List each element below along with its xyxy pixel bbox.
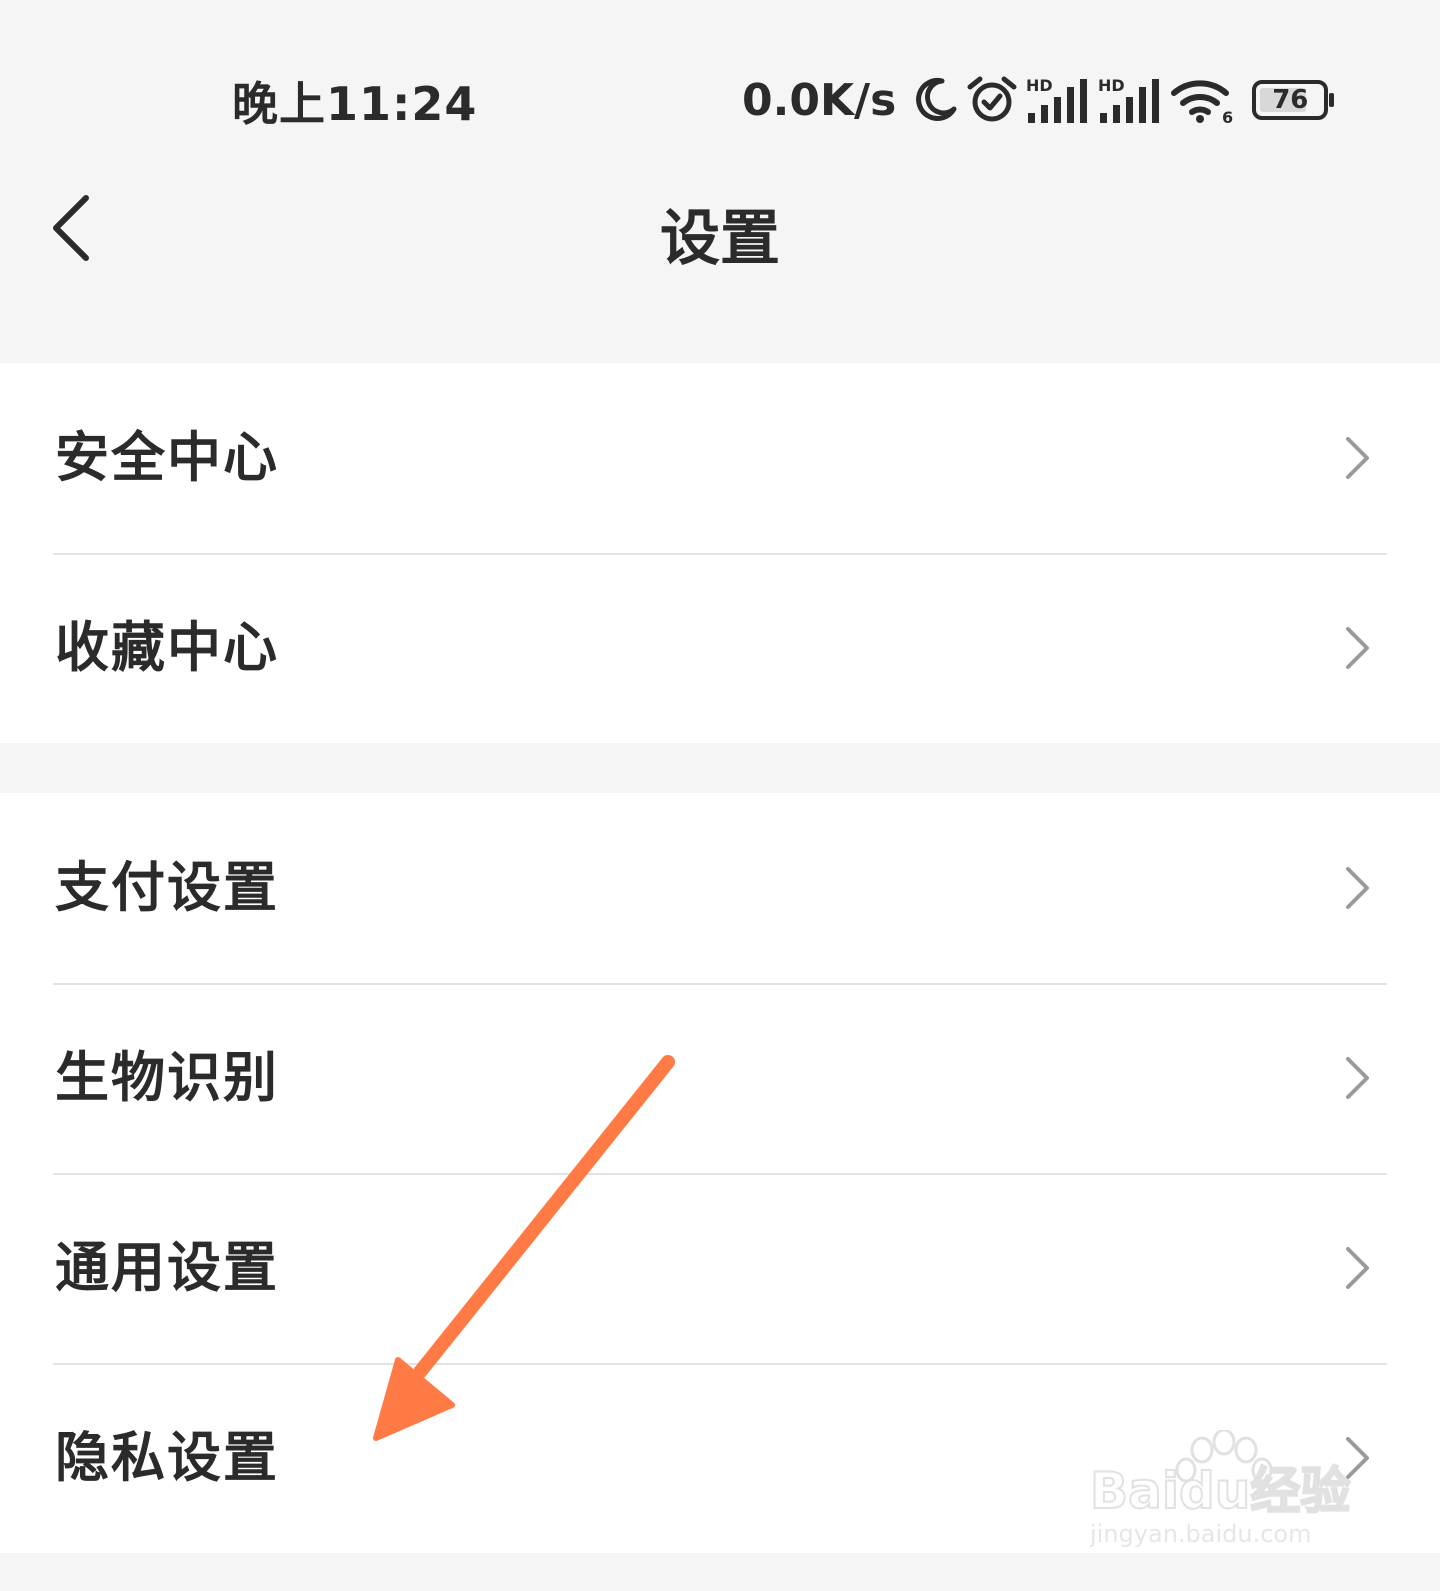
settings-item-label: 隐私设置 [55, 1426, 279, 1489]
status-bar: 晚上11:24 0.0K/s HD HD 6 76 [0, 0, 1440, 180]
chevron-right-icon [1346, 627, 1369, 669]
watermark-url: jingyan.baidu.com [1090, 1520, 1311, 1548]
status-time: 晚上11:24 [232, 77, 478, 131]
chevron-right-icon [1346, 437, 1369, 479]
battery-level: 76 [1272, 85, 1309, 115]
watermark-brand: Baidu经验 [1090, 1462, 1350, 1520]
hd-signal-icon: HD [1026, 76, 1088, 123]
wifi-icon: 6 [1171, 80, 1233, 125]
settings-item-security-center[interactable]: 安全中心 [0, 363, 1440, 553]
hd-signal-icon: HD [1098, 76, 1160, 123]
settings-group-account: 安全中心 收藏中心 [0, 363, 1440, 743]
settings-item-label: 收藏中心 [55, 616, 279, 679]
settings-item-biometrics[interactable]: 生物识别 [0, 983, 1440, 1173]
hd-badge: HD [1026, 76, 1053, 95]
nav-bar: 设置 [0, 180, 1440, 280]
page-title: 设置 [660, 204, 780, 274]
chevron-right-icon [1346, 1247, 1369, 1289]
settings-item-payment[interactable]: 支付设置 [0, 793, 1440, 983]
alarm-icon [967, 76, 1017, 122]
baidu-jingyan-watermark: Baidu经验 jingyan.baidu.com [1090, 1430, 1351, 1548]
hd-badge: HD [1098, 76, 1125, 95]
settings-item-label: 支付设置 [55, 856, 279, 919]
wifi-badge: 6 [1222, 108, 1233, 125]
chevron-right-icon [1346, 867, 1369, 909]
battery-icon: 76 [1252, 80, 1336, 120]
settings-item-label: 安全中心 [55, 426, 279, 489]
settings-item-label: 生物识别 [55, 1046, 279, 1109]
moon-icon [916, 78, 957, 121]
settings-item-favorites-center[interactable]: 收藏中心 [0, 553, 1440, 743]
status-icons: 0.0K/s HD HD 6 76 [742, 68, 1336, 132]
settings-item-label: 通用设置 [55, 1236, 279, 1299]
chevron-right-icon [1346, 1057, 1369, 1099]
settings-item-general[interactable]: 通用设置 [0, 1173, 1440, 1363]
network-speed: 0.0K/s [742, 74, 897, 126]
